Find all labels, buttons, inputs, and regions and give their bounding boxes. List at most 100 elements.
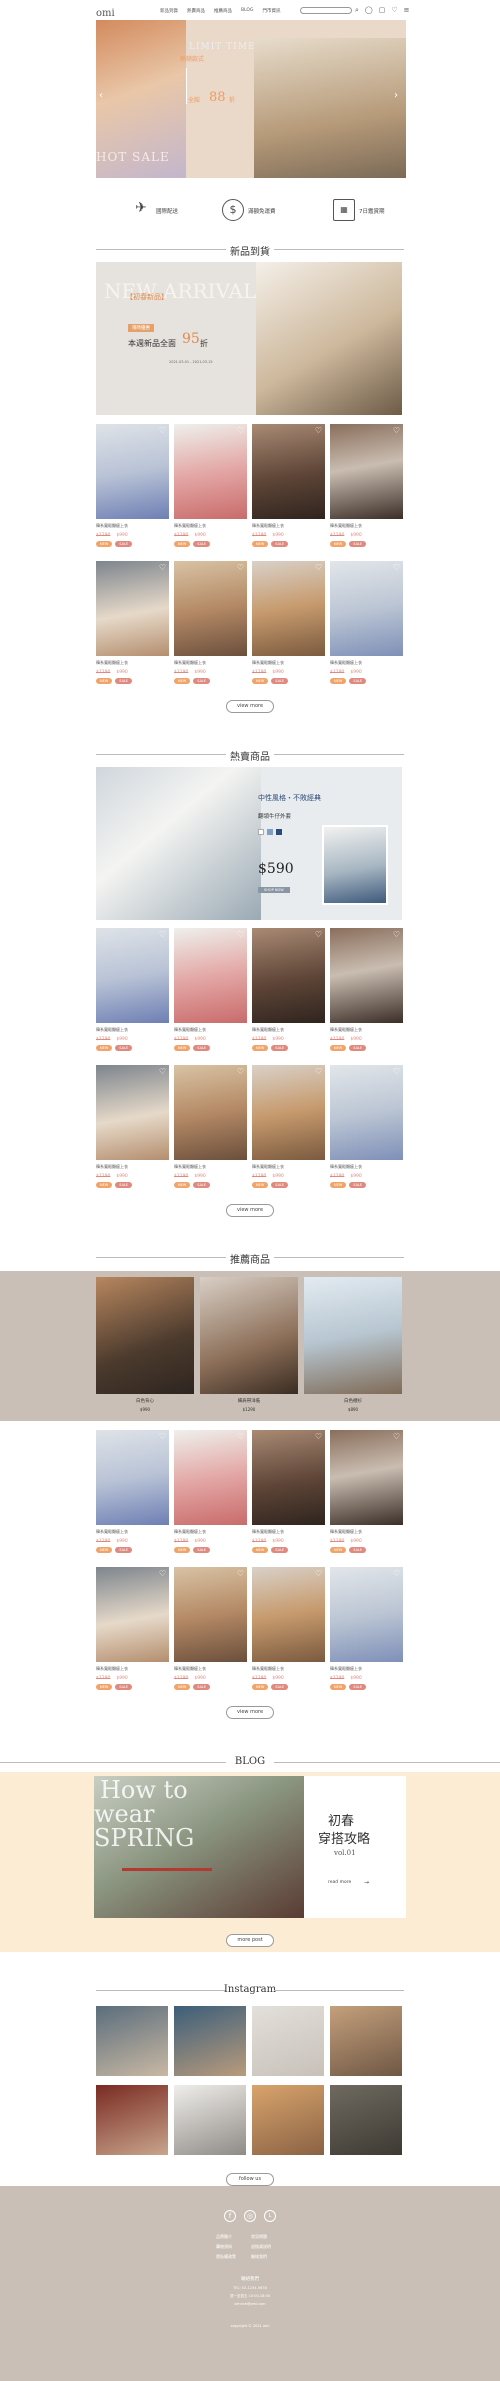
product-image[interactable]: ♡ <box>330 561 403 656</box>
product-name[interactable]: 韓系寬鬆顯瘦上衣 <box>174 523 247 529</box>
more-post-button[interactable]: more post <box>226 1934 274 1947</box>
instagram-photo[interactable] <box>174 2085 246 2155</box>
product-image[interactable]: ♡ <box>330 1065 403 1160</box>
product-card[interactable]: ♡ 韓系寬鬆顯瘦上衣 $1290 $990 NEW SALE <box>330 928 403 1059</box>
product-name[interactable]: 韓系寬鬆顯瘦上衣 <box>252 1164 325 1170</box>
product-card[interactable]: ♡ 韓系寬鬆顯瘦上衣 $1290 $990 NEW SALE <box>252 1430 325 1561</box>
product-image[interactable]: ♡ <box>252 561 325 656</box>
product-name[interactable]: 韓系寬鬆顯瘦上衣 <box>174 1529 247 1535</box>
product-image[interactable]: ♡ <box>96 1430 169 1525</box>
search-icon[interactable]: ⌕ <box>355 6 359 15</box>
hero-prev-icon[interactable]: ‹ <box>99 90 103 101</box>
product-name[interactable]: 韓系寬鬆顯瘦上衣 <box>96 1666 169 1672</box>
product-image[interactable]: ♡ <box>330 1567 403 1662</box>
product-name[interactable]: 韓系寬鬆顯瘦上衣 <box>174 1164 247 1170</box>
product-name[interactable]: 韓系寬鬆顯瘦上衣 <box>252 523 325 529</box>
heart-icon[interactable]: ♡ <box>159 1067 166 1076</box>
product-name[interactable]: 韓系寬鬆顯瘦上衣 <box>330 1529 403 1535</box>
heart-icon[interactable]: ♡ <box>237 1432 244 1441</box>
heart-icon[interactable]: ♡ <box>315 1432 322 1441</box>
product-card[interactable]: ♡ 韓系寬鬆顯瘦上衣 $1290 $990 NEW SALE <box>252 1567 325 1698</box>
product-name[interactable]: 韓系寬鬆顯瘦上衣 <box>330 523 403 529</box>
heart-icon[interactable]: ♡ <box>159 1432 166 1441</box>
product-card[interactable]: ♡ 韓系寬鬆顯瘦上衣 $1290 $990 NEW SALE <box>252 424 325 555</box>
product-name[interactable]: 韓系寬鬆顯瘦上衣 <box>96 523 169 529</box>
product-image[interactable]: ♡ <box>174 1567 247 1662</box>
product-name[interactable]: 韓系寬鬆顯瘦上衣 <box>174 660 247 666</box>
swatch-white[interactable] <box>258 829 264 835</box>
instagram-photo[interactable] <box>174 2006 246 2076</box>
arrow-right-icon[interactable]: → <box>364 1879 369 1886</box>
instagram-photo[interactable] <box>96 2006 168 2076</box>
heart-icon[interactable]: ♡ <box>393 426 400 435</box>
instagram-icon[interactable]: ◎ <box>244 2210 256 2222</box>
footer-link[interactable]: 常見問題 <box>251 2234 286 2240</box>
heart-icon[interactable]: ♡ <box>393 563 400 572</box>
heart-icon[interactable]: ♡ <box>159 426 166 435</box>
product-card[interactable]: ♡ 韓系寬鬆顯瘦上衣 $1290 $990 NEW SALE <box>174 424 247 555</box>
product-card[interactable]: ♡ 韓系寬鬆顯瘦上衣 $1290 $990 NEW SALE <box>330 1065 403 1196</box>
product-card[interactable]: ♡ 韓系寬鬆顯瘦上衣 $1290 $990 NEW SALE <box>330 1430 403 1561</box>
product-card[interactable]: ♡ 韓系寬鬆顯瘦上衣 $1290 $990 NEW SALE <box>174 1567 247 1698</box>
product-card[interactable]: ♡ 韓系寬鬆顯瘦上衣 $1290 $990 NEW SALE <box>96 1065 169 1196</box>
product-card[interactable]: ♡ 韓系寬鬆顯瘦上衣 $1290 $990 NEW SALE <box>252 1065 325 1196</box>
view-more-button[interactable]: view more <box>226 700 274 713</box>
product-image[interactable]: ♡ <box>252 424 325 519</box>
product-card[interactable]: ♡ 韓系寬鬆顯瘦上衣 $1290 $990 NEW SALE <box>96 928 169 1059</box>
heart-icon[interactable]: ♡ <box>315 1067 322 1076</box>
product-name[interactable]: 韓系寬鬆顯瘦上衣 <box>96 1529 169 1535</box>
recommend-photo[interactable] <box>304 1277 402 1394</box>
bag-icon[interactable]: ▢ <box>379 6 386 15</box>
nav-item-store[interactable]: 門市資訊 <box>262 8 280 14</box>
instagram-photo[interactable] <box>252 2085 324 2155</box>
product-name[interactable]: 韓系寬鬆顯瘦上衣 <box>96 1027 169 1033</box>
heart-icon[interactable]: ♡ <box>159 1569 166 1578</box>
product-image[interactable]: ♡ <box>174 561 247 656</box>
search-input[interactable] <box>300 7 352 14</box>
heart-icon[interactable]: ♡ <box>237 563 244 572</box>
instagram-photo[interactable] <box>330 2085 402 2155</box>
product-card[interactable]: ♡ 韓系寬鬆顯瘦上衣 $1290 $990 NEW SALE <box>96 424 169 555</box>
product-image[interactable]: ♡ <box>252 1430 325 1525</box>
product-name[interactable]: 韓系寬鬆顯瘦上衣 <box>96 1164 169 1170</box>
product-name[interactable]: 韓系寬鬆顯瘦上衣 <box>330 1027 403 1033</box>
footer-link[interactable]: 隱私權政策 <box>216 2254 251 2260</box>
product-image[interactable]: ♡ <box>96 1065 169 1160</box>
heart-icon[interactable]: ♡ <box>159 563 166 572</box>
footer-link[interactable]: 購物須知 <box>216 2244 251 2250</box>
product-image[interactable]: ♡ <box>252 928 325 1023</box>
menu-icon[interactable]: ≡ <box>404 6 410 15</box>
heart-icon[interactable]: ♡ <box>315 563 322 572</box>
product-card[interactable]: ♡ 韓系寬鬆顯瘦上衣 $1290 $990 NEW SALE <box>252 561 325 692</box>
product-card[interactable]: ♡ 韓系寬鬆顯瘦上衣 $1290 $990 NEW SALE <box>330 1567 403 1698</box>
hero-banner[interactable]: LIMIT TIME 熱銷款式 全館 88 折 HOT SALE ‹ › <box>96 20 406 178</box>
product-card[interactable]: ♡ 韓系寬鬆顯瘦上衣 $1290 $990 NEW SALE <box>96 561 169 692</box>
heart-icon[interactable]: ♡ <box>237 1067 244 1076</box>
hot-banner-shop-button[interactable]: SHOP NOW <box>258 887 290 893</box>
view-more-button[interactable]: view more <box>226 1204 274 1217</box>
heart-icon[interactable]: ♡ <box>393 1432 400 1441</box>
heart-icon[interactable]: ♡ <box>237 1569 244 1578</box>
nav-item-recommend[interactable]: 推薦商品 <box>214 8 232 14</box>
blog-read-more-link[interactable]: read more <box>328 1880 351 1885</box>
product-name[interactable]: 韓系寬鬆顯瘦上衣 <box>174 1666 247 1672</box>
hero-next-icon[interactable]: › <box>394 90 398 101</box>
product-image[interactable]: ♡ <box>330 424 403 519</box>
heart-icon[interactable]: ♡ <box>159 930 166 939</box>
follow-us-button[interactable]: follow us <box>226 2173 274 2186</box>
product-name[interactable]: 韓系寬鬆顯瘦上衣 <box>174 1027 247 1033</box>
product-name[interactable]: 韓系寬鬆顯瘦上衣 <box>96 660 169 666</box>
nav-item-hot[interactable]: 熱賣商品 <box>187 8 205 14</box>
product-image[interactable]: ♡ <box>96 561 169 656</box>
product-image[interactable]: ♡ <box>330 928 403 1023</box>
product-card[interactable]: ♡ 韓系寬鬆顯瘦上衣 $1290 $990 NEW SALE <box>330 424 403 555</box>
view-more-button[interactable]: view more <box>226 1706 274 1719</box>
product-image[interactable]: ♡ <box>252 1567 325 1662</box>
facebook-icon[interactable]: f <box>224 2210 236 2222</box>
footer-link[interactable]: 退換貨說明 <box>251 2244 286 2250</box>
nav-item-new[interactable]: 新品到貨 <box>160 8 178 14</box>
heart-icon[interactable]: ♡ <box>391 6 397 15</box>
product-card[interactable]: ♡ 韓系寬鬆顯瘦上衣 $1290 $990 NEW SALE <box>330 561 403 692</box>
product-name[interactable]: 韓系寬鬆顯瘦上衣 <box>330 1164 403 1170</box>
heart-icon[interactable]: ♡ <box>237 426 244 435</box>
